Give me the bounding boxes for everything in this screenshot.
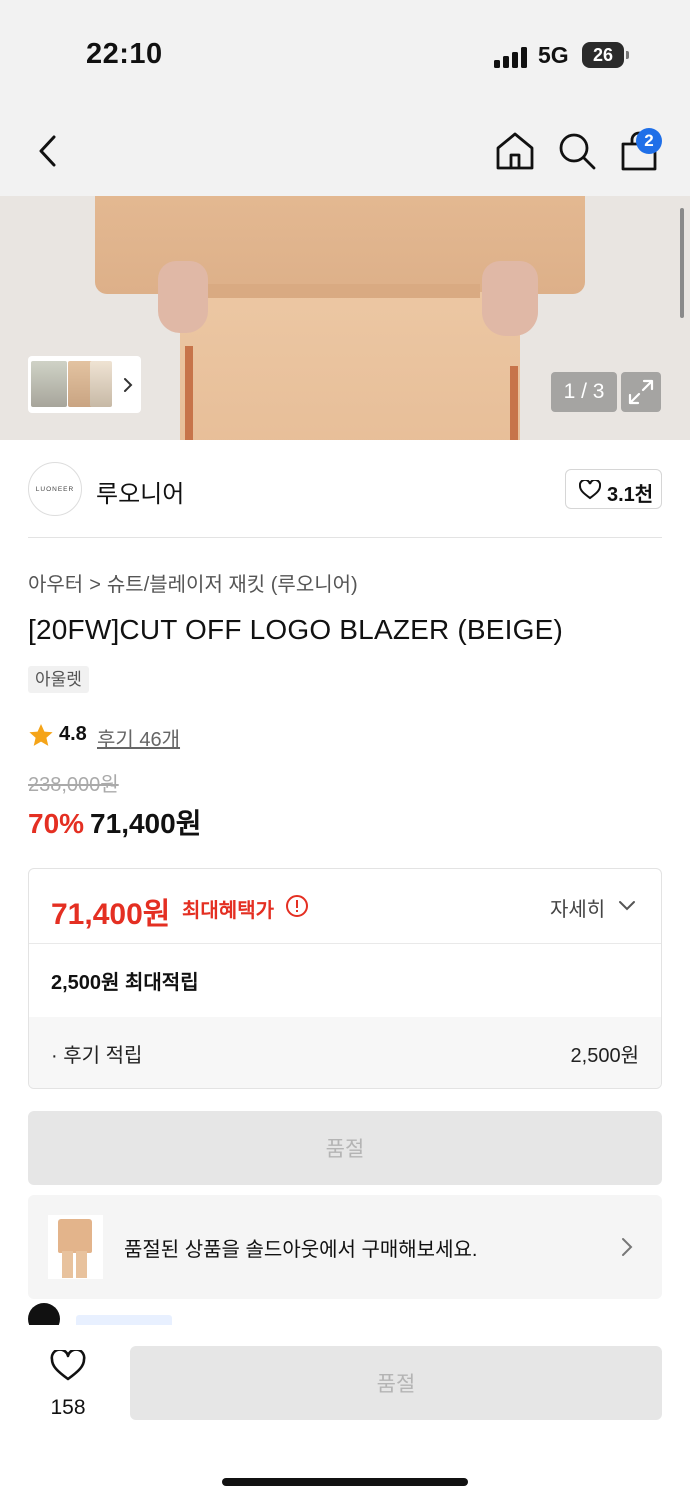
search-icon [559, 133, 596, 170]
heart-icon [50, 1350, 86, 1381]
back-button[interactable] [26, 128, 72, 174]
breadcrumb-item[interactable]: 슈트/블레이저 재킷 (루오니어) [107, 574, 358, 596]
battery-tip [626, 51, 629, 59]
expand-icon [628, 379, 654, 405]
max-points: 2,500원 최대적립 [51, 972, 199, 994]
sale-price: 71,400원 [90, 808, 202, 839]
battery-icon: 26 [582, 42, 624, 68]
expand-button[interactable] [621, 372, 661, 412]
info-icon[interactable] [285, 894, 309, 918]
brand-row: LUONEER 루오니어 3.1천 [28, 460, 662, 538]
cart-count-badge: 2 [636, 128, 662, 154]
signal-icon [494, 46, 530, 68]
review-points-row: · 후기 적립 2,500원 [29, 1017, 661, 1088]
brand-like-count: 3.1천 [607, 484, 654, 506]
breadcrumb-item[interactable]: 아우터 [28, 574, 83, 596]
outlet-badge: 아울렛 [28, 666, 89, 693]
soldout-marketplace-banner[interactable]: 품절된 상품을 솔드아웃에서 구매해보세요. [28, 1195, 662, 1299]
review-points-label: · 후기 적립 [51, 1045, 143, 1067]
breadcrumb-separator: > [89, 574, 101, 596]
chevron-down-icon [619, 901, 635, 911]
breadcrumb: 아우터 > 슈트/블레이저 재킷 (루오니어) [28, 568, 358, 597]
product-photo-hem [180, 284, 480, 298]
image-counter: 1 / 3 [551, 372, 617, 412]
soldout-button[interactable]: 품절 [28, 1111, 662, 1185]
chevron-right-icon [622, 1238, 633, 1256]
original-price: 238,000원 [28, 774, 119, 796]
coupon-tag [76, 1315, 172, 1325]
home-button[interactable] [492, 128, 538, 174]
chevron-right-icon [124, 378, 133, 392]
home-icon [496, 132, 534, 170]
home-indicator [222, 1478, 468, 1486]
product-photo-stripe [510, 366, 518, 440]
scroll-indicator [680, 208, 684, 318]
price-row: 70% 71,400원 [28, 802, 201, 842]
product-title: [20FW]CUT OFF LOGO BLAZER (BEIGE) [28, 614, 564, 645]
star-icon [29, 724, 53, 746]
network-label: 5G [538, 42, 569, 68]
hidden-coupon-row [0, 1299, 690, 1325]
thumbnail-strip[interactable] [28, 356, 141, 413]
status-time: 22:10 [86, 38, 163, 70]
max-benefit-label: 최대혜택가 [182, 900, 274, 922]
brand-name[interactable]: 루오니어 [96, 474, 184, 509]
search-button[interactable] [554, 128, 600, 174]
review-points-value: 2,500원 [570, 1045, 639, 1067]
brand-logo[interactable]: LUONEER [28, 462, 82, 516]
status-bar: 22:10 5G 26 [0, 0, 690, 110]
review-link[interactable]: 후기 46개 [97, 723, 180, 752]
brand-like-button[interactable]: 3.1천 [565, 469, 662, 509]
product-photo-stripe [185, 346, 193, 440]
nav-bar [0, 110, 690, 196]
buy-button[interactable]: 품절 [130, 1346, 662, 1420]
product-photo-hand [482, 261, 538, 336]
heart-icon [579, 480, 601, 500]
banner-text: 품절된 상품을 솔드아웃에서 구매해보세요. [124, 1239, 478, 1261]
rating-score: 4.8 [59, 723, 87, 745]
max-benefit-row[interactable]: 71,400원 최대혜택가 자세히 [29, 869, 661, 944]
product-photo-hand [158, 261, 208, 333]
chevron-left-icon [39, 135, 56, 167]
detail-toggle[interactable]: 자세히 [550, 893, 605, 922]
banner-product-image [48, 1215, 103, 1279]
wishlist-button[interactable]: 158 [40, 1348, 96, 1424]
max-benefit-price: 71,400원 [51, 898, 171, 931]
bottom-action-bar: 158 품절 [0, 1326, 690, 1500]
card-icon [28, 1303, 60, 1325]
discount-rate: 70% [28, 808, 85, 839]
product-photo-pants [180, 292, 520, 440]
wishlist-count: 158 [50, 1396, 86, 1419]
thumbnail-image[interactable] [90, 361, 112, 407]
benefit-box: 71,400원 최대혜택가 자세히 2,500원 최대적립 · 후기 적립 2,… [28, 868, 662, 1089]
thumbnail-image[interactable] [31, 361, 67, 407]
